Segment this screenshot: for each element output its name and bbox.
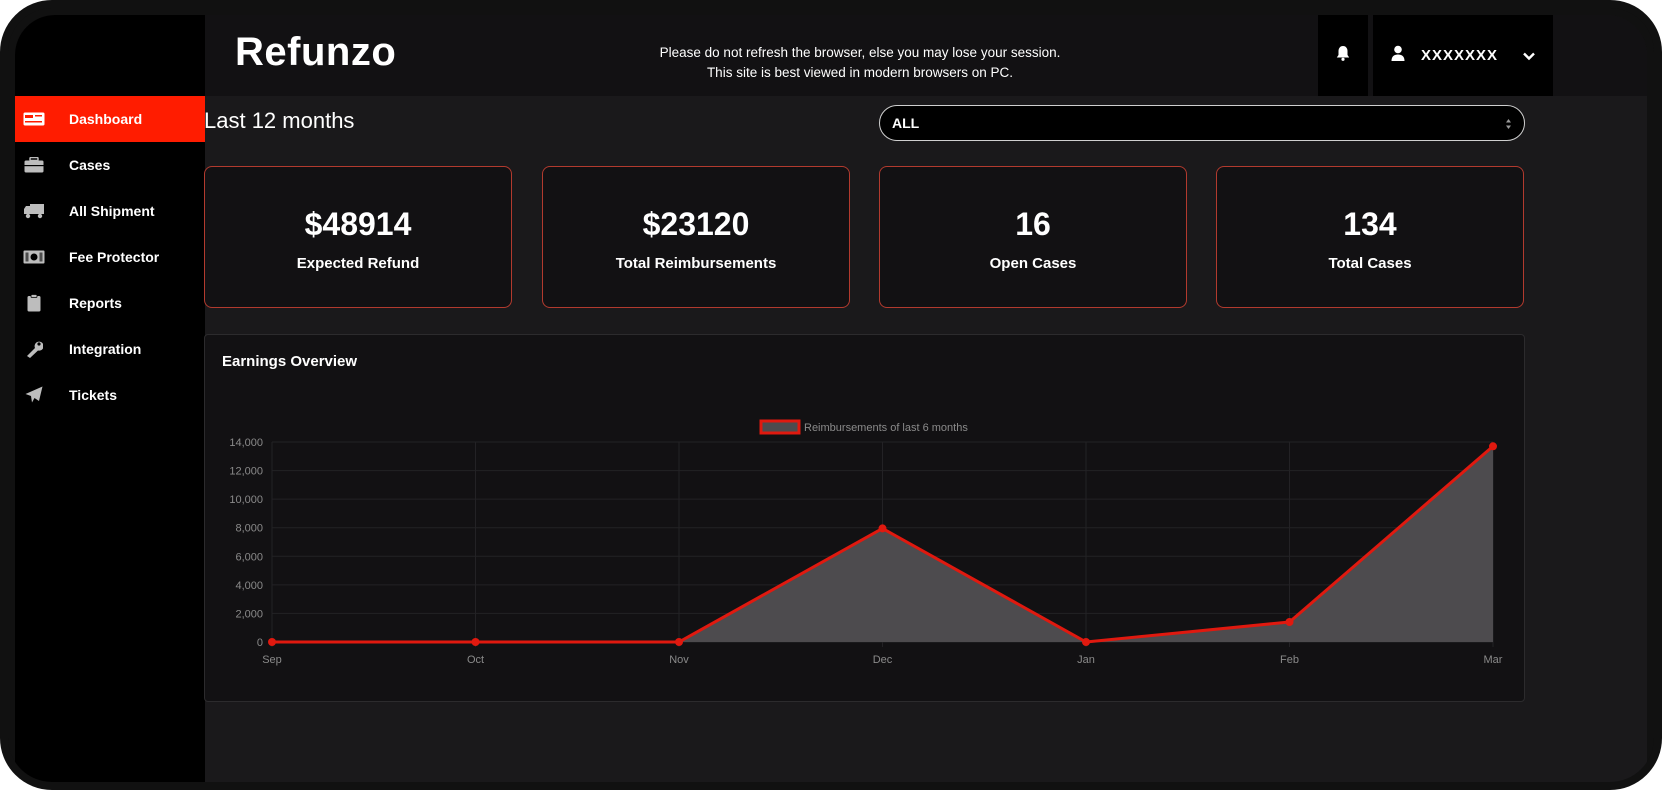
data-point xyxy=(1082,638,1090,646)
x-tick-label: Sep xyxy=(262,654,282,666)
stat-card-total-reimbursements: $23120 Total Reimbursements xyxy=(542,166,850,308)
wrench-icon xyxy=(23,340,45,358)
brand-logo[interactable]: Refunzo xyxy=(235,30,396,75)
x-tick-label: Feb xyxy=(1280,654,1299,666)
y-tick-label: 6,000 xyxy=(235,551,263,563)
x-tick-label: Nov xyxy=(669,654,689,666)
y-tick-label: 4,000 xyxy=(235,580,263,592)
earnings-overview-card: Earnings Overview 0 2,000 4,000 6,000 8,000 1… xyxy=(204,334,1525,702)
sidebar-item-tickets[interactable]: Tickets xyxy=(15,372,205,418)
stat-value: $23120 xyxy=(642,206,750,242)
x-tick-label: Oct xyxy=(467,654,484,666)
y-tick-label: 8,000 xyxy=(235,523,263,535)
user-name: XXXXXXX xyxy=(1421,47,1499,64)
y-tick-label: 0 xyxy=(257,637,263,649)
sidebar-item-label: Reports xyxy=(69,295,122,311)
sidebar-item-cases[interactable]: Cases xyxy=(15,142,205,188)
filter-selected-value: ALL xyxy=(892,115,920,131)
sidebar-item-reports[interactable]: Reports xyxy=(15,280,205,326)
y-tick-label: 12,000 xyxy=(229,466,263,478)
stat-label: Expected Refund xyxy=(296,255,420,272)
data-point xyxy=(1285,618,1294,626)
legend-swatch xyxy=(759,419,801,435)
stat-card-expected-refund: $48914 Expected Refund xyxy=(204,166,512,308)
filter-select[interactable]: ALL xyxy=(879,105,1525,141)
stat-label: Total Reimbursements xyxy=(615,255,777,272)
x-tick-label: Jan xyxy=(1077,654,1095,666)
truck-icon xyxy=(23,202,45,220)
clipboard-icon xyxy=(23,294,45,312)
card-icon xyxy=(23,110,45,128)
sidebar-item-label: Integration xyxy=(69,341,142,357)
stat-label: Open Cases xyxy=(989,255,1077,272)
x-tick-label: Mar xyxy=(1484,654,1503,666)
stat-card-open-cases: 16 Open Cases xyxy=(879,166,1187,308)
data-point xyxy=(471,638,480,646)
data-point xyxy=(268,638,276,646)
notice-line: This site is best viewed in modern brows… xyxy=(706,65,1014,80)
y-tick-label: 2,000 xyxy=(235,608,263,620)
sidebar-item-integration[interactable]: Integration xyxy=(15,326,205,372)
notice-line: Please do not refresh the browser, else … xyxy=(659,45,1061,60)
user-icon xyxy=(1391,45,1405,66)
data-point xyxy=(675,638,683,646)
paper-plane-icon xyxy=(23,386,45,404)
x-tick-label: Dec xyxy=(873,654,893,666)
briefcase-icon xyxy=(23,156,45,174)
sidebar-nav: Dashboard Cases All Shipment Fee Protect… xyxy=(15,96,205,418)
notifications-button[interactable] xyxy=(1318,15,1368,96)
y-tick-label: 10,000 xyxy=(229,494,263,506)
chevron-down-icon xyxy=(1523,48,1535,66)
sidebar-item-label: Fee Protector xyxy=(69,249,160,265)
sort-arrows-icon xyxy=(1505,117,1512,133)
y-tick-label: 14,000 xyxy=(229,437,263,449)
stat-value: 16 xyxy=(1015,206,1051,242)
stat-value: 134 xyxy=(1343,206,1397,242)
sidebar-item-dashboard[interactable]: Dashboard xyxy=(15,96,205,142)
sidebar-item-fee-protector[interactable]: Fee Protector xyxy=(15,234,205,280)
data-point xyxy=(878,524,887,533)
money-icon xyxy=(23,248,45,266)
period-title: Last 12 months xyxy=(204,108,355,133)
session-notice: Please do not refresh the browser, else … xyxy=(600,43,1120,83)
sidebar-item-label: All Shipment xyxy=(69,203,155,219)
data-point xyxy=(1489,442,1497,451)
stat-value: $48914 xyxy=(304,206,412,242)
sidebar-item-all-shipment[interactable]: All Shipment xyxy=(15,188,205,234)
bell-icon xyxy=(1336,45,1350,66)
sidebar-item-label: Cases xyxy=(69,157,111,173)
user-menu[interactable]: XXXXXXX xyxy=(1373,15,1553,96)
stat-label: Total Cases xyxy=(1328,255,1412,272)
earnings-chart: 0 2,000 4,000 6,000 8,000 10,000 12,000 14,000 S… xyxy=(229,419,1503,666)
sidebar-item-label: Tickets xyxy=(69,387,117,403)
top-header: Refunzo Please do not refresh the browse… xyxy=(205,15,1647,96)
sidebar-item-label: Dashboard xyxy=(69,111,143,127)
legend-label: Reimbursements of last 6 months xyxy=(804,422,968,434)
sidebar: Dashboard Cases All Shipment Fee Protect… xyxy=(15,15,205,782)
stat-card-total-cases: 134 Total Cases xyxy=(1216,166,1524,308)
